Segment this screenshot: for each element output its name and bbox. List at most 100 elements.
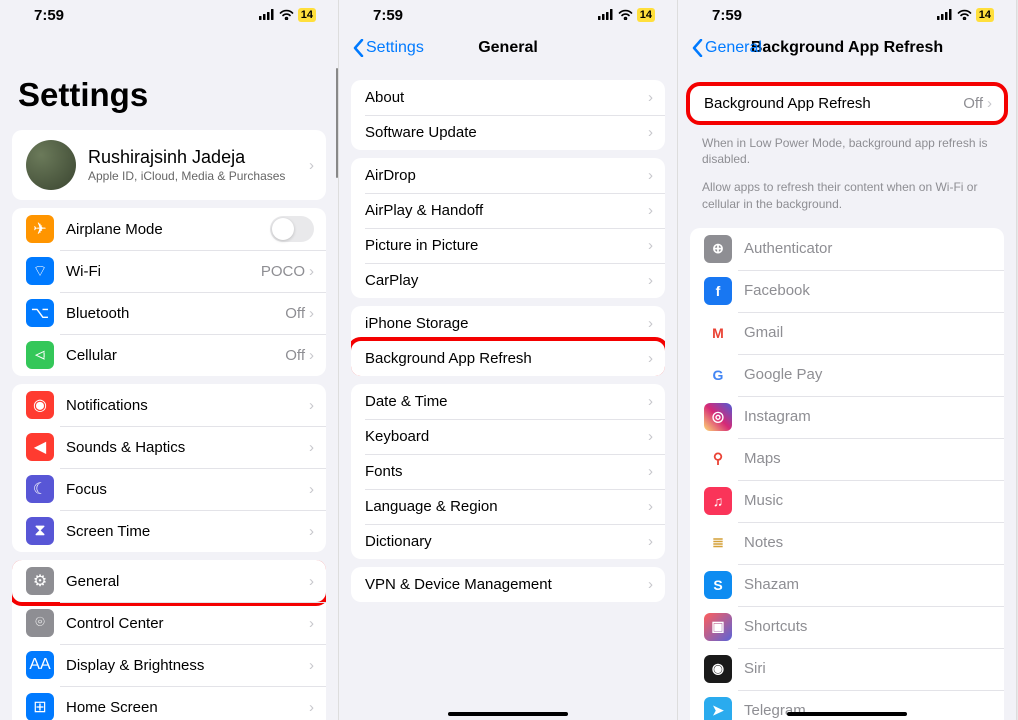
app-row-instagram[interactable]: ◎Instagram	[690, 396, 1004, 438]
row-label: Notifications	[66, 397, 309, 414]
chevron-right-icon: ›	[648, 89, 653, 106]
row-label: Date & Time	[365, 393, 648, 410]
home-indicator[interactable]	[448, 712, 568, 716]
app-row-maps[interactable]: ⚲Maps	[690, 438, 1004, 480]
chevron-right-icon: ›	[648, 202, 653, 219]
row-label: Picture in Picture	[365, 237, 648, 254]
chevron-right-icon: ›	[648, 272, 653, 289]
chevron-right-icon: ›	[309, 699, 314, 716]
general-row-picture-in-picture[interactable]: Picture in Picture›	[351, 228, 665, 263]
general-row-fonts[interactable]: Fonts›	[351, 454, 665, 489]
general-row-dictionary[interactable]: Dictionary›	[351, 524, 665, 559]
row-value: Off	[285, 347, 305, 364]
chevron-right-icon: ›	[648, 315, 653, 332]
control-center-icon: ⌾	[26, 609, 54, 637]
sounds-icon: ◀	[26, 433, 54, 461]
chevron-right-icon: ›	[309, 573, 314, 590]
settings-row-notifications[interactable]: ◉Notifications›	[12, 384, 326, 426]
back-label: General	[705, 39, 762, 57]
chevron-right-icon: ›	[309, 615, 314, 632]
storage-group: iPhone Storage›Background App Refresh›	[351, 306, 665, 376]
chevron-right-icon: ›	[309, 263, 314, 280]
bluetooth-icon: ⌥	[26, 299, 54, 327]
general-row-background-app-refresh[interactable]: Background App Refresh›	[351, 341, 665, 376]
wifi-icon	[957, 7, 972, 24]
screentime-icon: ⧗	[26, 517, 54, 545]
general-row-airplay-handoff[interactable]: AirPlay & Handoff›	[351, 193, 665, 228]
app-label: Facebook	[744, 282, 992, 299]
settings-row-screen-time[interactable]: ⧗Screen Time›	[12, 510, 326, 552]
settings-row-wi-fi[interactable]: ⌔Wi-FiPOCO›	[12, 250, 326, 292]
general-row-date-time[interactable]: Date & Time›	[351, 384, 665, 419]
settings-row-airplane-mode[interactable]: ✈Airplane Mode	[12, 208, 326, 250]
app-row-facebook[interactable]: f Facebook	[690, 270, 1004, 312]
battery-icon: 14	[298, 8, 316, 22]
chevron-right-icon: ›	[648, 533, 653, 550]
app-row-siri[interactable]: ◉ Siri	[690, 648, 1004, 690]
toggle[interactable]	[270, 216, 314, 242]
app-icon: f	[704, 277, 732, 305]
app-row-google-pay[interactable]: GGoogle Pay	[690, 354, 1004, 396]
app-icon: ◉	[704, 655, 732, 683]
profile-group: Rushirajsinh Jadeja Apple ID, iCloud, Me…	[12, 130, 326, 200]
about-group: About›Software Update›	[351, 80, 665, 150]
home-indicator[interactable]	[787, 712, 907, 716]
signal-icon	[937, 7, 953, 24]
general-row-carplay[interactable]: CarPlay›	[351, 263, 665, 298]
settings-row-general[interactable]: ⚙General›	[12, 560, 326, 602]
home-screen-icon: ⊞	[26, 693, 54, 720]
chevron-right-icon: ›	[309, 305, 314, 322]
app-label: Shortcuts	[744, 618, 992, 635]
airplane-icon: ✈	[26, 215, 54, 243]
row-label: iPhone Storage	[365, 315, 648, 332]
settings-row-focus[interactable]: ☾Focus›	[12, 468, 326, 510]
row-label: Control Center	[66, 615, 309, 632]
general-row-iphone-storage[interactable]: iPhone Storage›	[351, 306, 665, 341]
scrollbar[interactable]	[336, 68, 338, 178]
avatar	[26, 140, 76, 190]
apple-id-row[interactable]: Rushirajsinh Jadeja Apple ID, iCloud, Me…	[12, 130, 326, 200]
app-label: Telegram	[744, 702, 992, 719]
general-row-software-update[interactable]: Software Update›	[351, 115, 665, 150]
wifi-icon: ⌔	[26, 257, 54, 285]
settings-row-cellular[interactable]: ⏿CellularOff›	[12, 334, 326, 376]
settings-row-control-center[interactable]: ⌾ Control Center›	[12, 602, 326, 644]
cellular-icon: ⏿	[26, 341, 54, 369]
settings-row-display-brightness[interactable]: AADisplay & Brightness›	[12, 644, 326, 686]
app-icon: ≣	[704, 529, 732, 557]
settings-row-sounds-haptics[interactable]: ◀Sounds & Haptics›	[12, 426, 326, 468]
settings-row-bluetooth[interactable]: ⌥BluetoothOff›	[12, 292, 326, 334]
app-row-shazam[interactable]: SShazam	[690, 564, 1004, 606]
chevron-right-icon: ›	[648, 393, 653, 410]
row-label: AirDrop	[365, 167, 648, 184]
app-row-shortcuts[interactable]: ▣Shortcuts	[690, 606, 1004, 648]
app-row-notes[interactable]: ≣Notes	[690, 522, 1004, 564]
general-row-about[interactable]: About›	[351, 80, 665, 115]
datetime-group: Date & Time›Keyboard›Fonts›Language & Re…	[351, 384, 665, 559]
status-bar: 7:59 14	[678, 0, 1016, 30]
bar-main-row[interactable]: Background App Refresh Off ›	[690, 86, 1004, 121]
nav-header: General Background App Refresh	[678, 30, 1016, 66]
general-row-vpn-device-management[interactable]: VPN & Device Management›	[351, 567, 665, 602]
chevron-left-icon	[692, 39, 703, 57]
settings-screen: 7:59 14 Settings Rushirajsinh Jadeja App…	[0, 0, 339, 720]
app-label: Authenticator	[744, 240, 992, 257]
app-row-authenticator[interactable]: ⊕Authenticator	[690, 228, 1004, 270]
app-icon: S	[704, 571, 732, 599]
chevron-right-icon: ›	[309, 439, 314, 456]
chevron-right-icon: ›	[648, 350, 653, 367]
general-row-language-region[interactable]: Language & Region›	[351, 489, 665, 524]
general-row-airdrop[interactable]: AirDrop›	[351, 158, 665, 193]
app-row-gmail[interactable]: MGmail	[690, 312, 1004, 354]
settings-row-home-screen[interactable]: ⊞Home Screen›	[12, 686, 326, 720]
back-button[interactable]: Settings	[353, 39, 424, 57]
general-screen: 7:59 14 Settings General About›Software …	[339, 0, 678, 720]
chevron-right-icon: ›	[309, 481, 314, 498]
footnote-1: When in Low Power Mode, background app r…	[678, 129, 1016, 173]
app-label: Siri	[744, 660, 992, 677]
app-row-music[interactable]: ♫Music	[690, 480, 1004, 522]
general-row-keyboard[interactable]: Keyboard›	[351, 419, 665, 454]
back-button[interactable]: General	[692, 39, 762, 57]
connectivity-group: ✈Airplane Mode⌔Wi-FiPOCO›⌥BluetoothOff›⏿…	[12, 208, 326, 376]
status-time: 7:59	[34, 7, 64, 24]
